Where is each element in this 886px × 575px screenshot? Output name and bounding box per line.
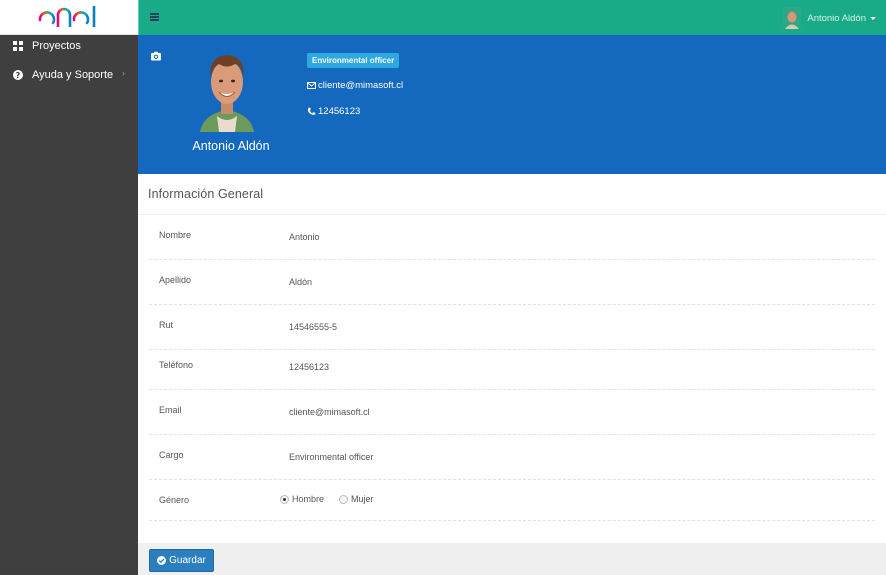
profile-name: Antonio Aldón [192, 139, 270, 153]
profile-phone: 12456123 [307, 106, 360, 117]
divider [138, 214, 886, 215]
field-value-nombre: Antonio [289, 232, 320, 242]
user-name: Antonio Aldón [807, 12, 866, 24]
divider [149, 434, 875, 435]
save-button-label: Guardar [169, 555, 206, 566]
field-label-email: Email [159, 405, 182, 415]
phone-icon [307, 107, 316, 115]
field-value-cargo: Environmental officer [289, 452, 374, 462]
radio-label: Hombre [292, 494, 325, 504]
save-button[interactable]: Guardar [149, 549, 214, 572]
field-value-telefono: 12456123 [289, 362, 330, 372]
sidebar-item-proyectos[interactable]: Proyectos [0, 34, 138, 58]
sidebar: Proyectos ? Ayuda y Soporte › [0, 0, 138, 575]
field-label-telefono: Teléfono [159, 360, 194, 370]
panel-title: Información General [148, 187, 264, 201]
general-info-panel: Información General Nombre Antonio Apell… [138, 174, 886, 543]
envelope-icon [307, 82, 316, 89]
radio-hombre[interactable] [280, 494, 289, 504]
divider [149, 349, 875, 350]
profile-email-text: cliente@mimasoft.cl [318, 80, 404, 91]
top-navbar: Antonio Aldón [138, 0, 886, 35]
user-menu[interactable]: Antonio Aldón [783, 7, 876, 29]
radio-label: Mujer [351, 494, 374, 504]
field-label-cargo: Cargo [159, 450, 184, 460]
caret-down-icon [870, 16, 876, 20]
field-value-rut: 14546555-5 [289, 322, 338, 332]
field-label-nombre: Nombre [159, 230, 192, 240]
sidebar-item-ayuda-soporte[interactable]: ? Ayuda y Soporte › [0, 63, 138, 87]
field-label-rut: Rut [159, 320, 174, 330]
question-circle-icon: ? [13, 70, 23, 80]
sidebar-item-label: Ayuda y Soporte [32, 69, 114, 81]
brand-logo[interactable] [0, 0, 138, 35]
divider [149, 520, 875, 521]
avatar [783, 7, 802, 29]
check-circle-icon [157, 556, 167, 565]
divider [149, 259, 875, 260]
profile-header: Antonio Aldón Environmental officer clie… [138, 35, 886, 174]
camera-icon[interactable] [151, 51, 161, 61]
menu-toggle-icon[interactable] [150, 13, 159, 21]
grid-icon [13, 41, 23, 51]
gender-option-mujer[interactable]: Mujer [339, 494, 374, 504]
role-badge: Environmental officer [307, 53, 400, 68]
enel-logo [38, 6, 96, 27]
profile-email: cliente@mimasoft.cl [307, 80, 403, 91]
svg-text:?: ? [16, 71, 21, 80]
radio-mujer[interactable] [339, 494, 348, 504]
divider [149, 479, 875, 480]
field-value-email: cliente@mimasoft.cl [289, 407, 370, 417]
divider [149, 304, 875, 305]
field-value-apellido: Aldón [289, 277, 313, 287]
profile-photo [197, 44, 257, 132]
chevron-right-icon: › [122, 68, 125, 78]
divider [149, 389, 875, 390]
field-label-genero: Género [159, 495, 190, 505]
gender-option-hombre[interactable]: Hombre [280, 494, 324, 504]
field-label-apellido: Apellido [159, 275, 192, 285]
profile-phone-text: 12456123 [318, 106, 361, 117]
sidebar-item-label: Proyectos [32, 40, 81, 52]
